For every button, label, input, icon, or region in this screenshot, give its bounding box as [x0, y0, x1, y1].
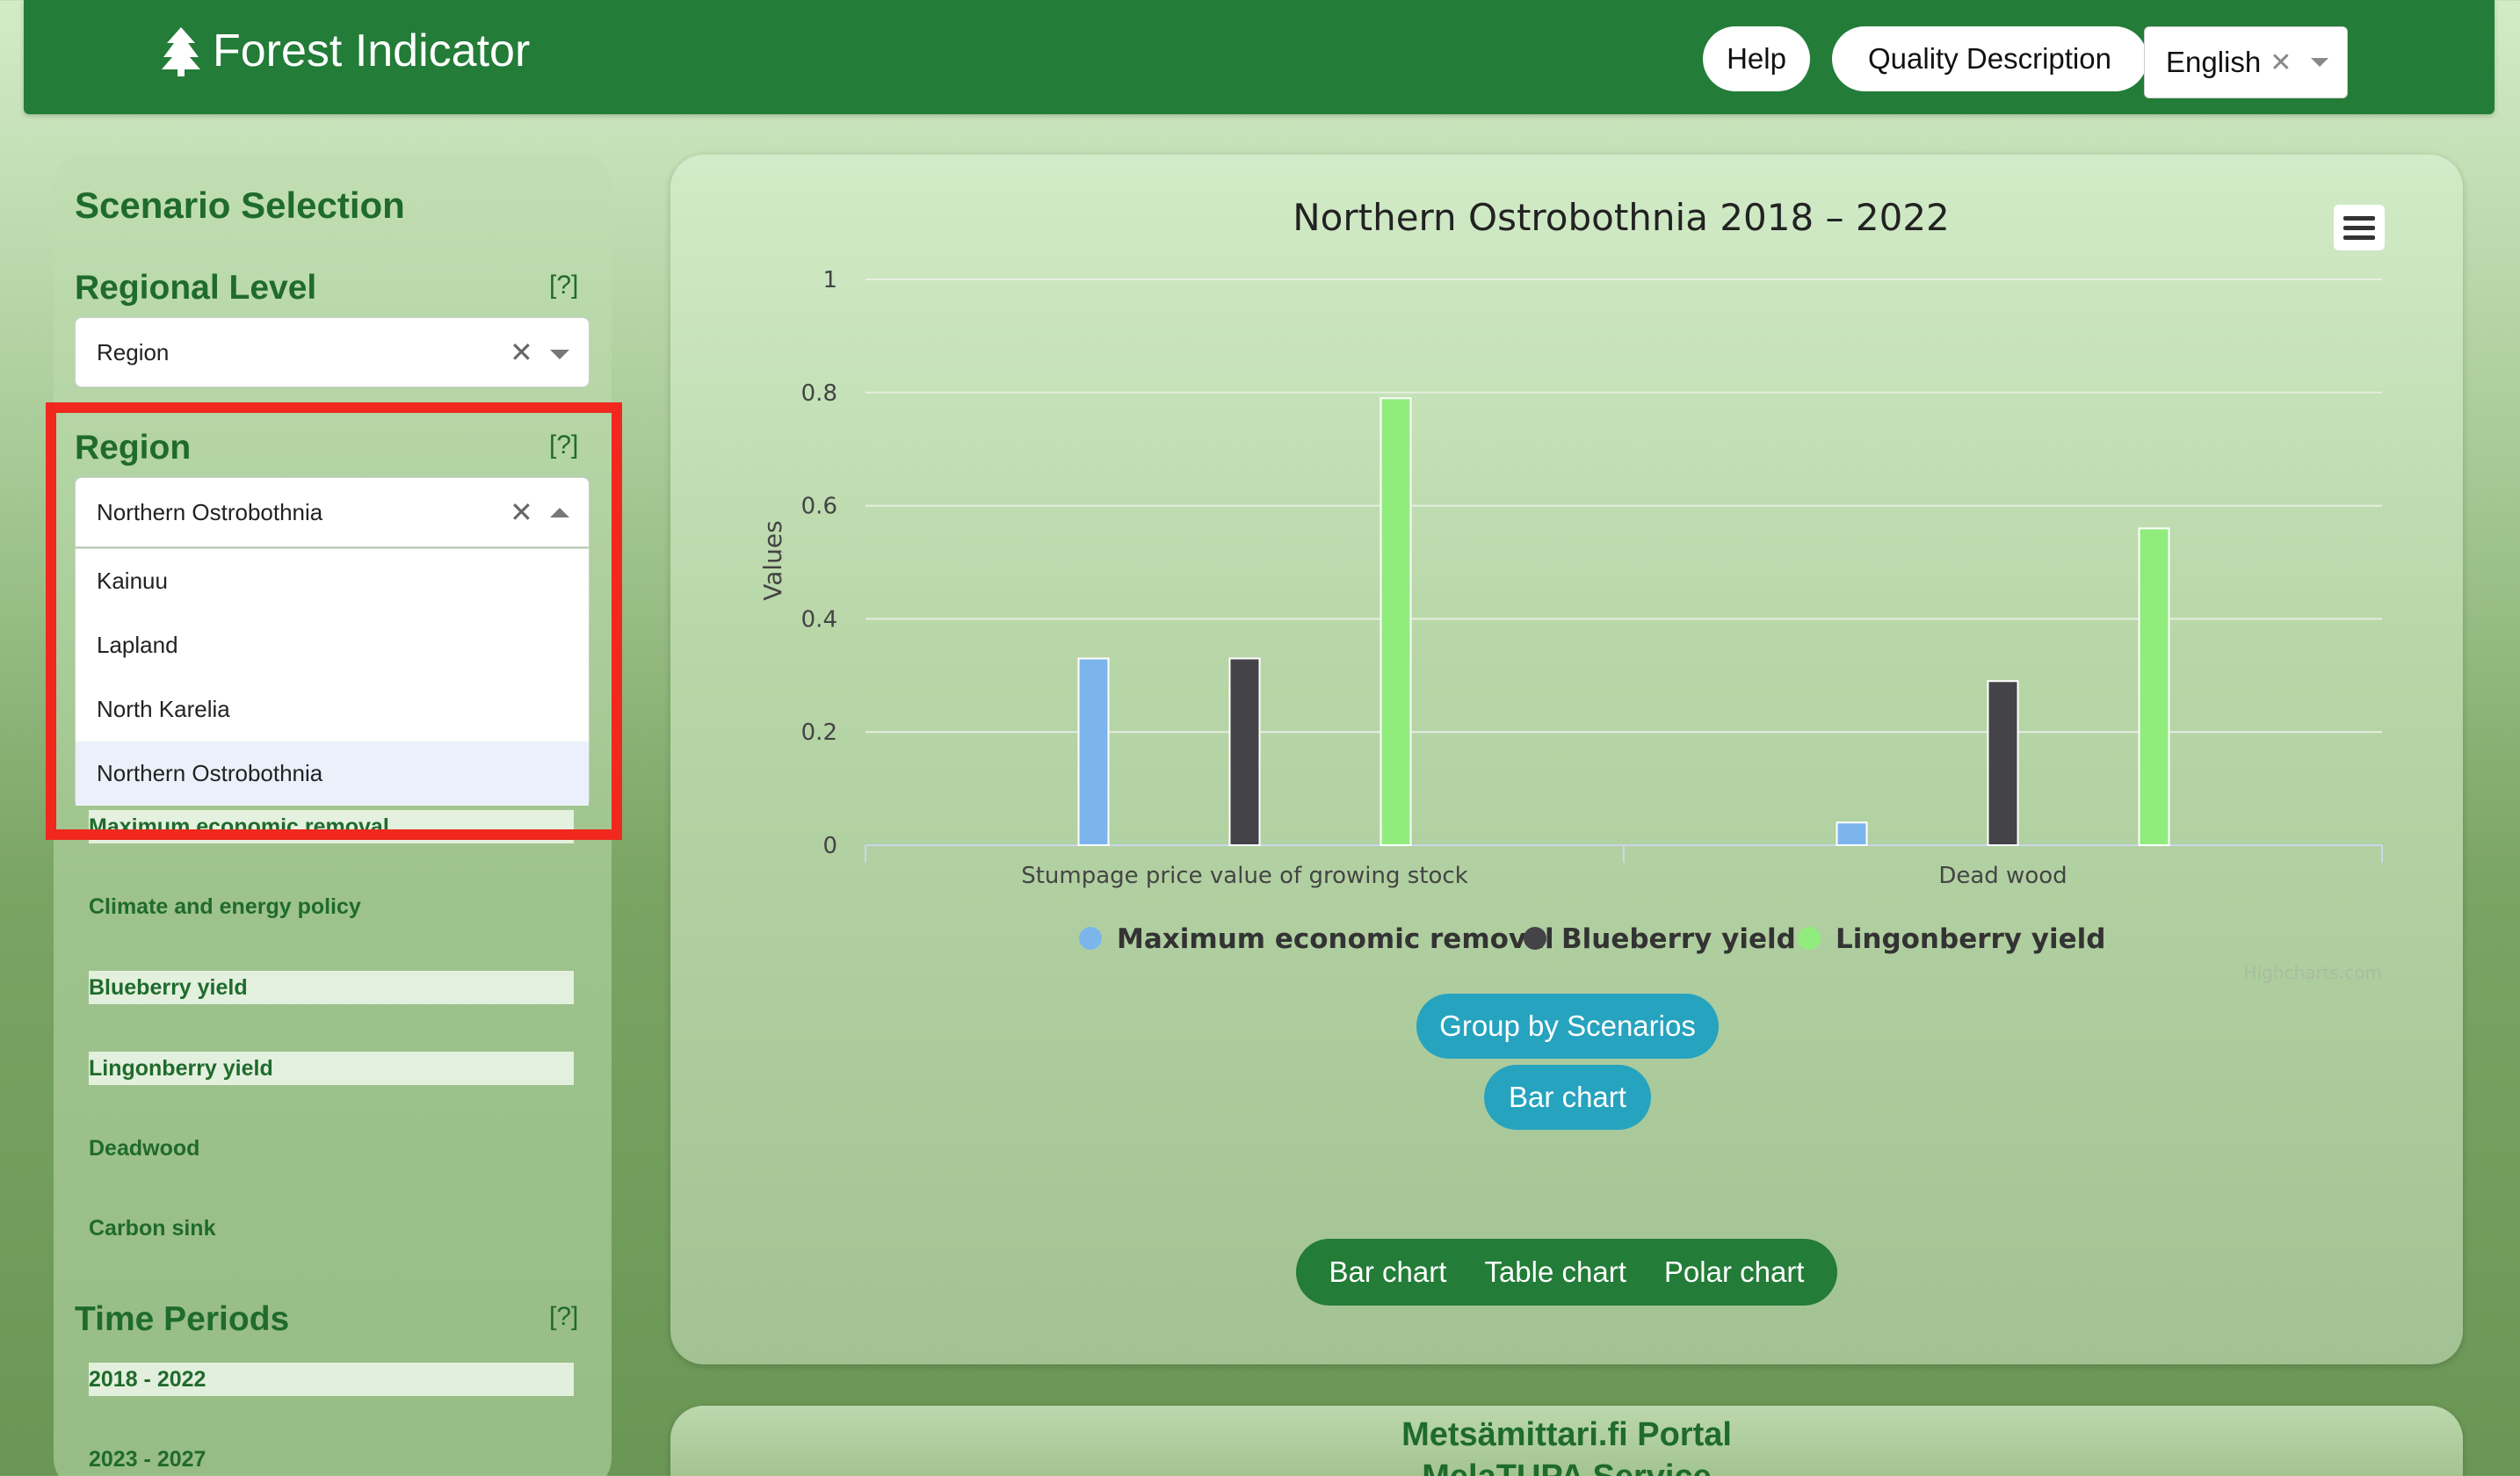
regional-level-select[interactable]: Region ✕	[75, 317, 590, 387]
chart-credits: Highcharts.com	[2244, 962, 2382, 983]
regional-level-value: Region	[97, 338, 170, 365]
tab-bar-chart[interactable]: Bar chart	[1329, 1255, 1447, 1289]
bar	[2138, 527, 2170, 846]
x-tick-label: Stumpage price value of growing stock	[1021, 863, 1468, 889]
chevron-down-icon[interactable]	[550, 350, 569, 359]
legend-marker	[1798, 927, 1821, 950]
scenario-option[interactable]: Climate and energy policy	[89, 890, 574, 923]
scenario-option[interactable]: Deadwood	[89, 1132, 574, 1165]
group-by-scenarios-button[interactable]: Group by Scenarios	[1416, 994, 1719, 1059]
quality-description-button[interactable]: Quality Description	[1832, 26, 2147, 91]
time-period-option[interactable]: 2023 - 2027	[89, 1443, 574, 1476]
chevron-down-icon[interactable]	[2311, 58, 2329, 67]
scenario-option[interactable]: Blueberry yield	[89, 971, 574, 1004]
bar-chart-button[interactable]: Bar chart	[1484, 1065, 1651, 1130]
time-periods-help[interactable]: [?]	[549, 1302, 578, 1332]
legend-item: Maximum economic removal	[1117, 923, 1554, 955]
bar	[1077, 657, 1110, 846]
time-periods-label: Time Periods	[75, 1300, 290, 1338]
bar	[1228, 657, 1261, 846]
highlight-box	[46, 402, 622, 840]
scenario-option[interactable]: Carbon sink	[89, 1212, 574, 1245]
y-tick-label: 0.6	[801, 494, 837, 520]
legend-marker	[1524, 927, 1546, 950]
y-tick-label: 0.2	[801, 720, 837, 746]
tab-table-chart[interactable]: Table chart	[1484, 1255, 1626, 1289]
bar	[1987, 680, 2019, 846]
bar	[1379, 397, 1412, 846]
regional-level-help[interactable]: [?]	[549, 271, 578, 300]
y-tick-label: 0.8	[801, 380, 837, 407]
scenario-option[interactable]: Lingonberry yield	[89, 1052, 574, 1085]
language-select[interactable]: English ✕	[2144, 26, 2348, 98]
legend-item: Lingonberry yield	[1836, 923, 2105, 955]
legend-marker	[1079, 927, 1102, 950]
y-tick-label: 0.4	[801, 606, 837, 633]
y-tick-label: 1	[822, 267, 837, 293]
portal-subtitle[interactable]: MelaTUPA Service	[670, 1458, 2463, 1476]
x-tick-label: Dead wood	[1938, 863, 2067, 889]
bar-chart: Northern Ostrobothnia 2018 – 2022 0 0.2 0.4…	[758, 196, 2383, 983]
tree-icon	[162, 27, 200, 76]
clear-icon[interactable]: ✕	[2270, 47, 2292, 78]
chart-title: Northern Ostrobothnia 2018 – 2022	[1293, 196, 1950, 239]
bar	[1836, 821, 1868, 846]
time-period-option[interactable]: 2018 - 2022	[89, 1363, 574, 1396]
portal-title[interactable]: Metsämittari.fi Portal	[670, 1416, 2463, 1454]
chart-type-tabs: Bar chart Table chart Polar chart	[1296, 1239, 1837, 1306]
sidebar-title: Scenario Selection	[75, 184, 405, 226]
language-value: English	[2166, 46, 2262, 78]
clear-icon[interactable]: ✕	[510, 336, 533, 369]
brand-title: Forest Indicator	[213, 25, 531, 76]
hamburger-icon	[2343, 215, 2375, 221]
y-axis-label: Values	[758, 520, 787, 600]
regional-level-label: Regional Level	[75, 269, 317, 307]
tab-polar-chart[interactable]: Polar chart	[1664, 1255, 1805, 1289]
help-button[interactable]: Help	[1703, 26, 1810, 91]
y-tick-label: 0	[822, 833, 837, 859]
brand[interactable]: Forest Indicator	[160, 25, 530, 77]
chart-menu-button[interactable]	[2334, 205, 2385, 250]
legend-item: Blueberry yield	[1561, 923, 1796, 955]
top-navbar: Forest Indicator Help Quality Descriptio…	[24, 0, 2495, 114]
